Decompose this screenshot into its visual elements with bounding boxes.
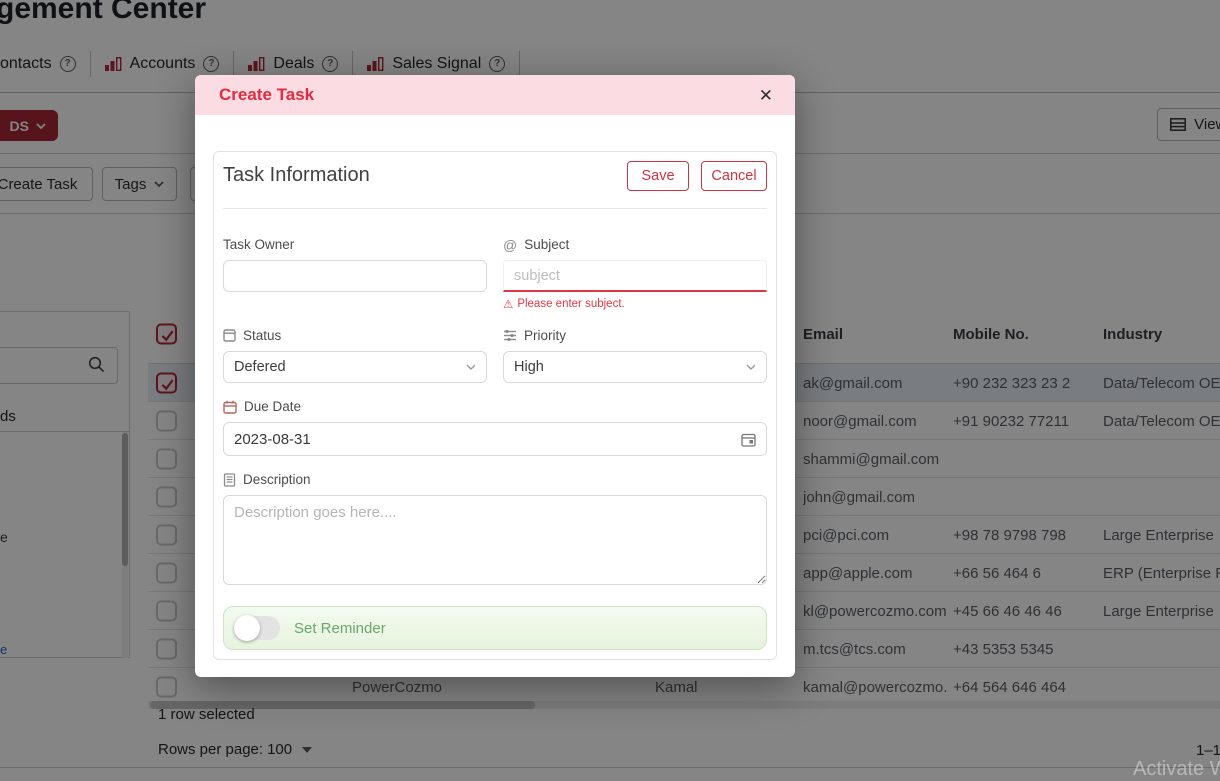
subject-error: ⚠ Please enter subject.	[503, 296, 767, 312]
subject-label: Subject	[524, 237, 569, 252]
subject-input[interactable]	[503, 260, 767, 292]
modal-header: Create Task ✕	[195, 75, 795, 115]
calendar-icon	[223, 400, 237, 414]
set-reminder-toggle[interactable]	[234, 616, 280, 640]
chevron-down-icon	[746, 362, 756, 372]
description-field: Description	[223, 470, 767, 590]
priority-select[interactable]: High	[503, 351, 767, 383]
subject-error-text: Please enter subject.	[517, 298, 624, 310]
priority-icon	[503, 329, 517, 342]
status-label: Status	[243, 328, 281, 343]
create-task-modal: Create Task ✕ Task Information Save Canc…	[195, 75, 795, 677]
priority-field: Priority High	[503, 326, 767, 383]
priority-value: High	[514, 359, 544, 375]
modal-title: Create Task	[219, 85, 314, 105]
chevron-down-icon	[466, 362, 476, 372]
status-field: Status Defered	[223, 326, 487, 383]
activate-windows-watermark: Activate W	[1133, 758, 1220, 781]
section-divider	[223, 208, 767, 209]
set-reminder-label: Set Reminder	[294, 620, 386, 637]
cancel-button[interactable]: Cancel	[701, 161, 767, 191]
description-label: Description	[243, 472, 311, 487]
due-date-value: 2023-08-31	[234, 431, 311, 448]
save-button[interactable]: Save	[627, 161, 689, 191]
description-textarea[interactable]	[223, 495, 767, 585]
document-icon	[223, 473, 236, 487]
warning-icon: ⚠	[503, 297, 513, 311]
task-owner-field: Task Owner	[223, 235, 487, 312]
task-owner-label: Task Owner	[223, 237, 294, 252]
set-reminder-row: Set Reminder	[223, 606, 767, 650]
task-information-card: Task Information Save Cancel Task Owner …	[213, 151, 777, 660]
close-icon[interactable]: ✕	[759, 87, 773, 104]
status-value: Defered	[234, 359, 286, 375]
status-select[interactable]: Defered	[223, 351, 487, 383]
status-icon	[223, 329, 236, 342]
due-date-label: Due Date	[244, 399, 301, 414]
priority-label: Priority	[524, 328, 566, 343]
toggle-knob	[234, 615, 260, 641]
task-owner-input[interactable]	[223, 260, 487, 292]
due-date-input[interactable]: 2023-08-31	[223, 422, 767, 456]
at-icon: @	[503, 237, 517, 253]
subject-field: @ Subject ⚠ Please enter subject.	[503, 235, 767, 312]
due-date-field: Due Date 2023-08-31	[223, 397, 767, 456]
date-picker-icon[interactable]	[741, 432, 756, 447]
screen: gement Center ontacts? Accounts? Deals? …	[0, 0, 1220, 781]
